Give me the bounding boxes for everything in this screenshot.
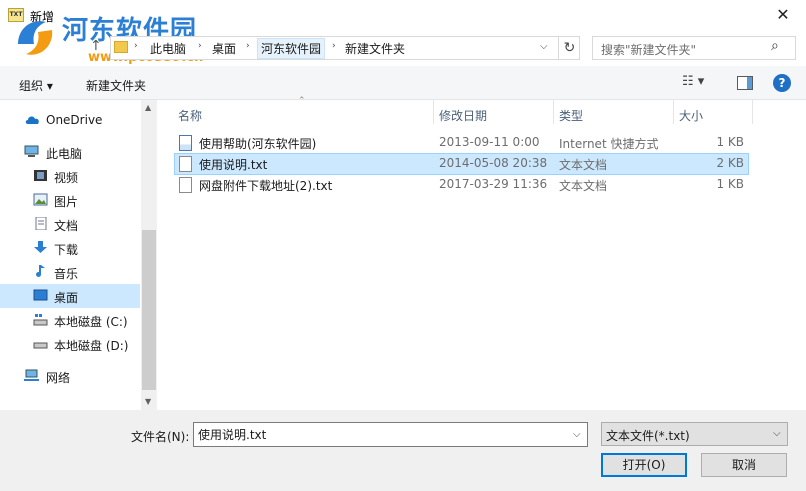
picture-icon [33,193,48,206]
nav-item-label: OneDrive [46,113,103,127]
nav-item-label: 本地磁盘 (D:) [54,339,129,353]
breadcrumb-hedong[interactable]: 河东软件园 [257,38,326,59]
nav-item-onedrive[interactable]: OneDrive [0,109,140,131]
chevron-right-icon[interactable]: › [198,41,202,51]
file-row[interactable]: 网盘附件下载地址(2).txt 2017-03-29 11:36 文本文档 1 … [174,174,749,196]
nav-item-videos[interactable]: 视频 [0,165,140,187]
file-size: 2 KB [716,156,744,170]
column-header-type[interactable]: 类型 [559,107,583,124]
nav-item-label: 图片 [54,195,79,209]
column-divider[interactable] [553,100,554,124]
column-divider[interactable] [433,100,434,124]
nav-item-label: 此电脑 [46,147,83,161]
text-file-icon [179,156,192,172]
file-type-filter-label[interactable]: 文本文件(*.txt) [606,427,690,444]
scroll-down-icon[interactable]: ▼ [145,397,151,406]
help-icon[interactable]: ? [773,74,791,92]
refresh-icon[interactable]: ↻ [558,37,580,59]
nav-item-drive-d[interactable]: 本地磁盘 (D:) [0,333,140,355]
chevron-right-icon[interactable]: › [246,41,250,51]
nav-item-desktop[interactable]: 桌面 [0,284,140,308]
document-icon [35,217,47,230]
scroll-up-icon[interactable]: ▲ [145,103,151,112]
file-name: 使用说明.txt [199,158,268,172]
music-icon [36,265,45,277]
nav-item-label: 桌面 [54,291,79,305]
close-button[interactable]: ✕ [768,4,798,26]
file-date: 2017-03-29 11:36 [439,177,548,191]
file-type: 文本文档 [559,179,608,193]
column-header-size[interactable]: 大小 [679,107,703,124]
nav-item-pictures[interactable]: 图片 [0,189,140,211]
nav-item-label: 音乐 [54,267,79,281]
nav-item-downloads[interactable]: 下载 [0,237,140,259]
nav-item-drive-c[interactable]: 本地磁盘 (C:) [0,309,140,331]
new-folder-button[interactable]: 新建文件夹 [86,77,146,94]
address-dropdown-icon[interactable]: ⌵ [540,41,548,52]
search-placeholder[interactable]: 搜索"新建文件夹" [601,41,696,58]
file-row[interactable]: 使用帮助(河东软件园) 2013-09-11 0:00 Internet 快捷方… [174,132,749,154]
column-header-name[interactable]: 名称 [178,107,202,124]
view-options-icon[interactable]: ☷ ▾ [682,74,718,94]
file-type: Internet 快捷方式 [559,137,659,151]
nav-item-label: 下载 [54,243,79,257]
breadcrumb-new-folder[interactable]: 新建文件夹 [345,40,405,57]
breadcrumb-this-pc[interactable]: 此电脑 [150,40,186,57]
file-size: 1 KB [716,135,744,149]
nav-item-this-pc[interactable]: 此电脑 [0,141,140,163]
nav-item-label: 网络 [46,371,71,385]
file-row-selected[interactable]: 使用说明.txt 2014-05-08 20:38 文本文档 2 KB [174,153,749,175]
nav-item-documents[interactable]: 文档 [0,213,140,235]
folder-icon [114,41,128,53]
filename-input[interactable] [193,422,588,447]
cancel-button[interactable]: 取消 [701,453,787,477]
desktop-icon [33,289,48,301]
nav-item-label: 本地磁盘 (C:) [54,315,128,329]
sort-ascending-icon: ⌃ [298,96,306,106]
preview-pane-icon[interactable] [737,76,753,90]
nav-item-label: 视频 [54,171,79,185]
filename-dropdown-icon[interactable]: ⌵ [573,429,581,440]
download-icon [34,241,47,253]
text-file-icon [179,177,192,193]
open-button[interactable]: 打开(O) [601,453,687,477]
video-icon [34,170,47,181]
network-icon [24,369,39,381]
watermark-logo-icon [18,21,53,55]
file-name: 使用帮助(河东软件园) [199,137,317,151]
file-type: 文本文档 [559,158,608,172]
computer-icon [24,145,39,157]
file-name: 网盘附件下载地址(2).txt [199,179,333,193]
scrollbar-thumb[interactable] [142,230,156,390]
file-size: 1 KB [716,177,744,191]
cloud-icon [25,116,39,124]
column-divider[interactable] [752,100,753,124]
drive-icon [33,342,48,349]
file-date: 2014-05-08 20:38 [439,156,548,170]
nav-item-network[interactable]: 网络 [0,365,140,387]
search-icon[interactable]: ⌕ [771,38,779,54]
nav-item-music[interactable]: 音乐 [0,261,140,283]
chevron-right-icon[interactable]: › [134,41,138,51]
breadcrumb-desktop[interactable]: 桌面 [212,40,236,57]
file-date: 2013-09-11 0:00 [439,135,540,149]
shortcut-file-icon [179,135,192,151]
organize-button[interactable]: 组织 ▾ [19,77,53,94]
filename-label: 文件名(N): [131,430,190,444]
up-arrow-icon[interactable]: ↑ [90,38,102,54]
column-header-date[interactable]: 修改日期 [439,107,487,124]
column-divider[interactable] [673,100,674,124]
nav-item-label: 文档 [54,219,79,233]
filter-dropdown-icon[interactable]: ⌵ [773,428,781,439]
chevron-right-icon[interactable]: › [332,41,336,51]
drive-icon [33,314,48,326]
